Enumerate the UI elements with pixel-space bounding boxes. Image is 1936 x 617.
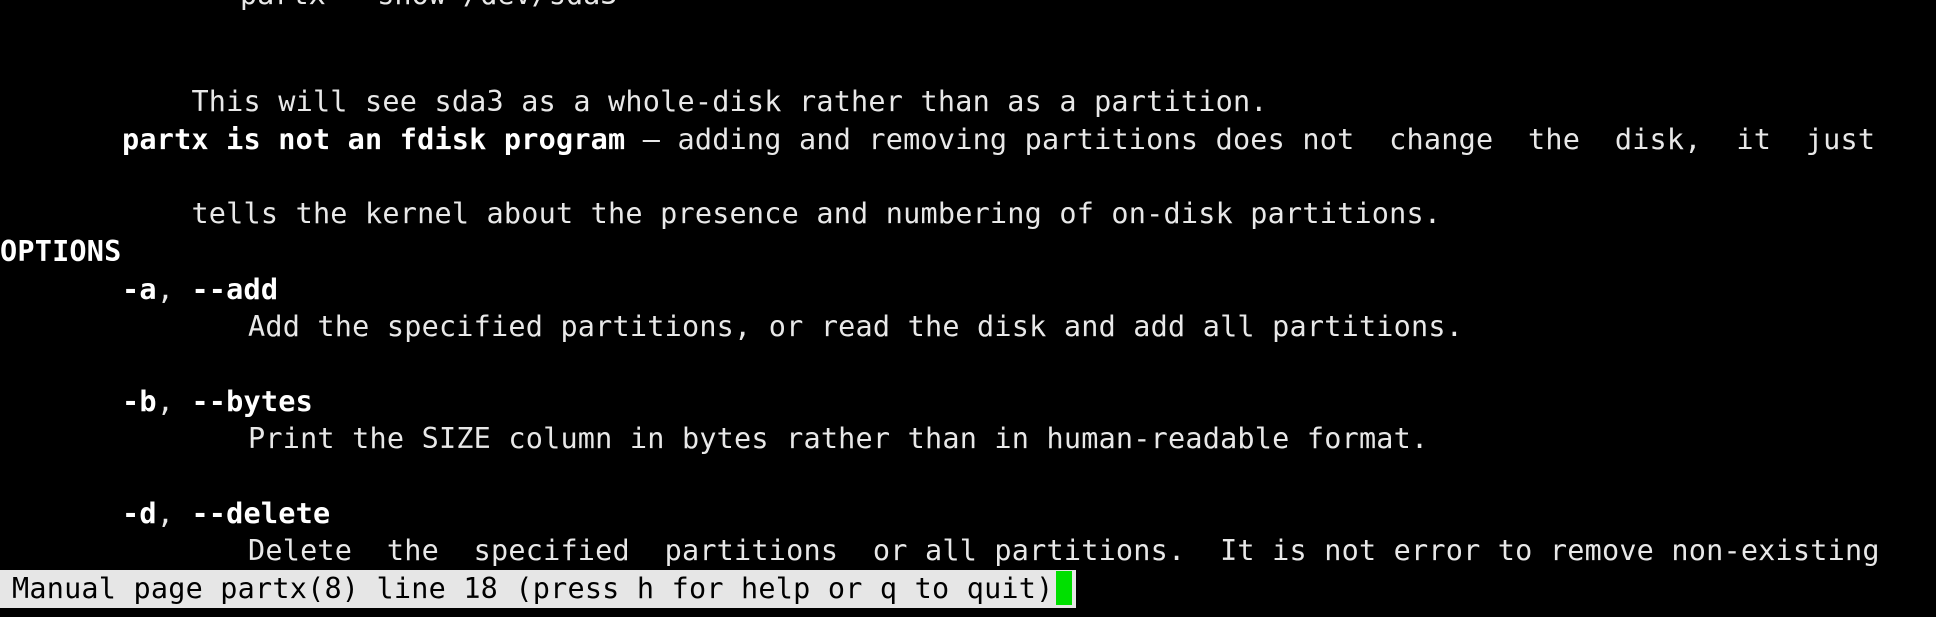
option-separator: ,: [156, 385, 192, 418]
option-bytes: -b, --bytes: [122, 383, 313, 420]
description-text: This will see sda3 as a whole-disk rathe…: [191, 85, 1268, 118]
pager-status-bar: Manual page partx(8) line 18 (press h fo…: [0, 570, 1076, 608]
option-add: -a, --add: [122, 271, 278, 308]
option-separator: ,: [156, 497, 192, 530]
option-add-description: Add the specified partitions, or read th…: [248, 310, 1464, 343]
cursor-block[interactable]: [1055, 571, 1072, 605]
description-bold: partx is not an fdisk program: [122, 123, 626, 156]
option-short-flag: -d: [122, 497, 157, 530]
option-short-flag: -b: [122, 385, 157, 418]
option-long-flag: --add: [191, 273, 279, 306]
top-cutoff-line: partx --show /dev/sda3: [240, 0, 618, 13]
option-delete: -d, --delete: [122, 495, 330, 532]
status-text: Manual page partx(8) line 18 (press h fo…: [12, 572, 1054, 605]
description-line-1: This will see sda3 as a whole-disk rathe…: [122, 46, 1268, 118]
option-long-flag: --bytes: [191, 385, 313, 418]
description-text: tells the kernel about the presence and …: [191, 197, 1442, 230]
option-bytes-description: Print the SIZE column in bytes rather th…: [248, 422, 1429, 455]
option-long-flag: --delete: [191, 497, 331, 530]
option-delete-description: Delete the specified partitions or all p…: [248, 534, 1880, 567]
options-heading: OPTIONS: [0, 235, 122, 268]
option-short-flag: -a: [122, 273, 157, 306]
terminal-window[interactable]: partx --show /dev/sda3 This will see sda…: [0, 0, 1936, 617]
description-line-3: tells the kernel about the presence and …: [122, 158, 1441, 230]
description-text: — adding and removing partitions does no…: [625, 123, 1876, 156]
description-line-2: partx is not an fdisk program — adding a…: [122, 121, 1875, 158]
option-separator: ,: [156, 273, 192, 306]
